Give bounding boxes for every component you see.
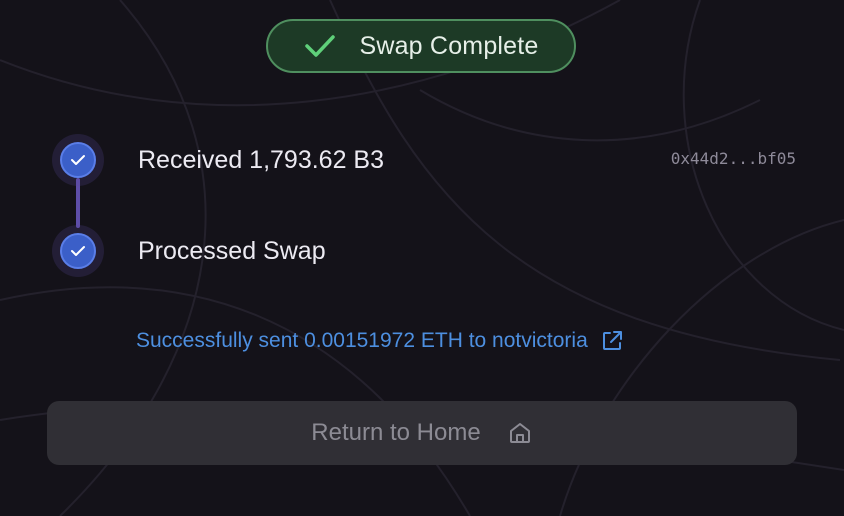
return-home-label: Return to Home — [311, 419, 481, 446]
check-icon — [71, 155, 85, 165]
step-processed: Processed Swap — [52, 225, 326, 277]
transaction-hash[interactable]: 0x44d2...bf05 — [671, 149, 796, 168]
external-link-icon — [600, 329, 624, 353]
step-label: Processed Swap — [138, 236, 326, 265]
sent-confirmation-text: Successfully sent 0.00151972 ETH to notv… — [136, 329, 588, 352]
step-indicator — [52, 134, 104, 186]
step-indicator — [52, 225, 104, 277]
swap-status-badge: Swap Complete — [266, 19, 576, 73]
step-received: Received 1,793.62 B3 — [52, 134, 384, 186]
return-home-button[interactable]: Return to Home — [47, 401, 797, 465]
step-label: Received 1,793.62 B3 — [138, 145, 385, 174]
check-icon — [303, 31, 337, 61]
swap-status-label: Swap Complete — [359, 31, 539, 60]
sent-confirmation-link[interactable]: Successfully sent 0.00151972 ETH to notv… — [136, 329, 624, 353]
check-icon — [71, 246, 85, 256]
home-icon — [507, 420, 533, 446]
